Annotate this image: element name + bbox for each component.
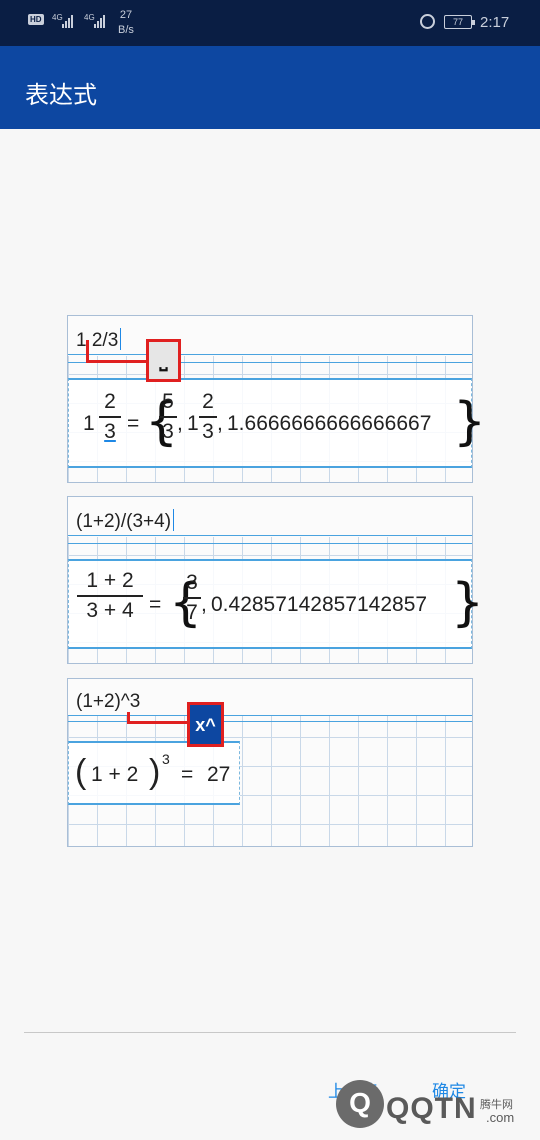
numerator: 1 + 2	[86, 569, 134, 592]
comma: ,	[201, 593, 207, 616]
fraction: 5 3	[159, 390, 177, 444]
expression-panel-3[interactable]: (1+2)^3 ( 1 + 2 ) 3 = 27	[67, 678, 473, 847]
numerator: 5	[162, 390, 174, 413]
decimal-value: 1.6666666666666667	[227, 412, 432, 435]
expression-input[interactable]: 1 2/3	[68, 316, 472, 356]
hd-indicator: HD	[28, 14, 44, 25]
expression-text: 1 2/3	[76, 328, 122, 352]
expression-text: (1+2)^3	[76, 691, 141, 712]
equals-sign: =	[181, 763, 194, 786]
divider-line	[68, 354, 472, 355]
denominator: 3 + 4	[86, 599, 134, 622]
footer-divider	[24, 1032, 516, 1033]
fraction: 2 3	[199, 390, 217, 444]
fraction-bar	[99, 416, 121, 418]
fraction: 1 + 2 3 + 4	[77, 569, 143, 623]
result-box: ( 1 + 2 ) 3 = 27	[68, 741, 240, 805]
app-bar: 表达式	[0, 46, 540, 129]
equals-sign: =	[149, 593, 162, 616]
decimal-value: 0.42857142857142857	[211, 593, 428, 616]
open-paren: (	[75, 753, 87, 791]
numerator: 2	[104, 390, 116, 413]
fraction-bar	[199, 416, 217, 418]
expression-input[interactable]: (1+2)/(3+4)	[68, 497, 472, 537]
exponent: 3	[162, 751, 170, 767]
numerator: 2	[202, 390, 214, 413]
space-key[interactable]: ⎵	[146, 339, 181, 382]
fraction-bar	[183, 597, 201, 599]
fraction: 2 3	[99, 390, 121, 444]
mixed-whole: 1	[83, 412, 95, 435]
speed-value: 27	[119, 9, 133, 21]
expression-panel-1[interactable]: 1 2/3 1 2 3 = { 5 3 , 1 2 3 , 1.66666666…	[67, 315, 486, 483]
expression-text: (1+2)/(3+4)	[76, 509, 175, 533]
right-brace: }	[451, 573, 485, 633]
network-speed: 27 B/s	[118, 8, 134, 38]
denominator: 7	[186, 601, 198, 624]
right-brace: }	[453, 392, 487, 452]
fraction: 3 7	[183, 571, 201, 625]
base-expression: 1 + 2	[91, 763, 139, 786]
text-cursor	[173, 509, 175, 531]
comma: ,	[217, 412, 223, 435]
signal-icon	[94, 14, 105, 28]
status-bar: HD 4G 4G 27 B/s 77 2:17	[0, 0, 540, 46]
clock: 2:17	[480, 14, 510, 31]
divider-line	[68, 543, 472, 544]
comma: ,	[177, 412, 183, 435]
close-paren: )	[149, 753, 161, 791]
fraction-bar	[159, 416, 177, 418]
battery-icon: 77	[444, 15, 475, 29]
expression-panel-2[interactable]: (1+2)/(3+4) 1 + 2 3 + 4 = { 3 7 , 0.4285…	[67, 496, 484, 664]
power-key[interactable]: x^	[187, 702, 224, 747]
result-value: 27	[207, 763, 231, 786]
watermark-suffix: .com	[486, 1110, 515, 1125]
result-box: 1 2 3 = { 5 3 , 1 2 3 , 1.66666666666666…	[68, 378, 486, 468]
denominator: 3	[104, 420, 116, 443]
signal-icon	[62, 14, 73, 28]
callout-line	[86, 340, 89, 362]
page-title: 表达式	[25, 82, 97, 109]
watermark-text: QQTN	[386, 1092, 477, 1125]
callout-line	[86, 360, 146, 363]
text-cursor	[120, 328, 122, 350]
watermark: Q QQTN 腾牛网 .com	[336, 1080, 536, 1136]
expression-input[interactable]: (1+2)^3	[68, 679, 472, 715]
alarm-clock-icon	[420, 14, 435, 29]
fraction-bar	[77, 595, 143, 597]
divider-line	[68, 535, 472, 536]
equals-sign: =	[127, 412, 140, 435]
denominator: 3	[202, 420, 214, 443]
denominator: 3	[162, 420, 174, 443]
watermark-logo: Q	[336, 1080, 384, 1128]
callout-line	[127, 721, 187, 724]
result-box: 1 + 2 3 + 4 = { 3 7 , 0.4285714285714285…	[68, 559, 484, 649]
mixed-whole: 1	[187, 412, 199, 435]
speed-unit: B/s	[118, 24, 134, 36]
numerator: 3	[186, 571, 198, 594]
